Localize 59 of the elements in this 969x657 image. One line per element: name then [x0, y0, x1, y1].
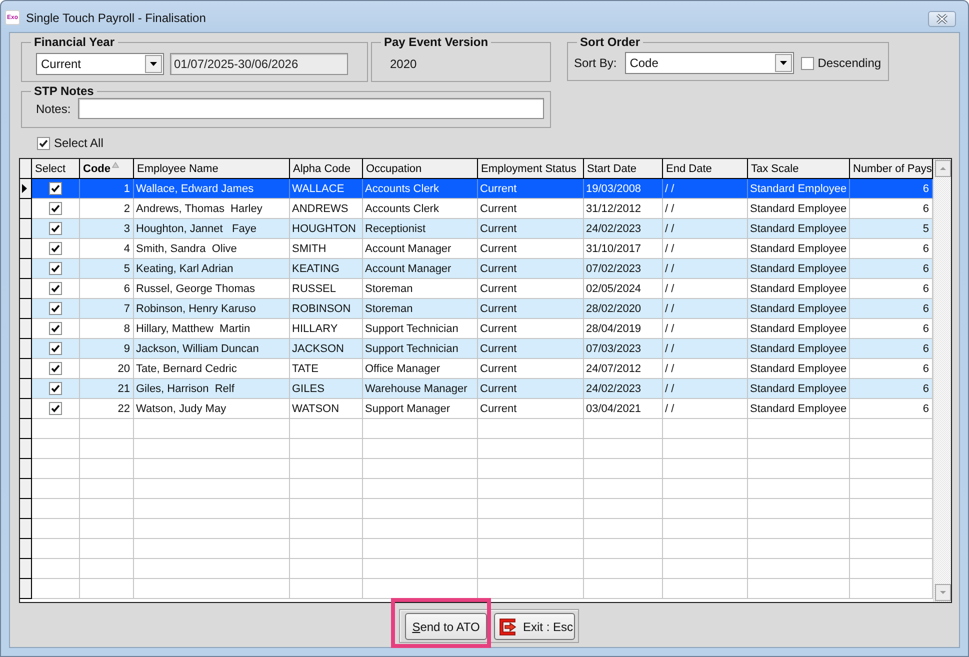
row-checkbox[interactable]	[49, 362, 62, 375]
row-checkbox[interactable]	[49, 202, 62, 215]
sort-by-label: Sort By:	[574, 56, 617, 70]
row-checkbox[interactable]	[49, 222, 62, 235]
row-checkbox[interactable]	[49, 282, 62, 295]
group-title: Financial Year	[33, 36, 116, 49]
send-to-ato-button[interactable]: Send to ATO	[405, 613, 487, 640]
row-checkbox[interactable]	[49, 182, 62, 195]
close-icon	[936, 14, 948, 24]
exit-arrow-icon	[499, 618, 517, 636]
table-row[interactable]: 22 Watson, Judy May WATSON Support Manager Current 03/04/2021 / / Standard Employee 6	[20, 399, 933, 419]
financial-year-dropdown[interactable]: Current	[36, 53, 164, 75]
caret-icon[interactable]	[145, 55, 162, 73]
select-all-checkbox[interactable]	[37, 136, 50, 150]
table-row[interactable]: 9 Jackson, William Duncan JACKSON Support Technician Current 07/03/2023 / / Standard Employee 6	[20, 339, 933, 359]
group-title: STP Notes	[33, 85, 95, 98]
descending-checkbox[interactable]	[800, 56, 814, 70]
table-row[interactable]: 21 Giles, Harrison Relf GILES Warehouse Manager Current 24/02/2023 / / Standard Employee 6	[20, 379, 933, 399]
column-header[interactable]: Code	[80, 159, 134, 179]
sort-by-dropdown[interactable]: Code	[624, 52, 794, 74]
date-range-field: 01/07/2025-30/06/2026	[170, 53, 348, 75]
table-row[interactable]: 2 Andrews, Thomas Harley ANDREWS Accounts Clerk Current 31/12/2012 / / Standard Employee 6	[20, 199, 933, 219]
table-row[interactable]: 1 Wallace, Edward James WALLACE Accounts Clerk Current 19/03/2008 / / Standard Employee 6	[20, 179, 933, 199]
table-row[interactable]: 5 Keating, Karl Adrian KEATING Account Manager Current 07/02/2023 / / Standard Employee 6	[20, 259, 933, 279]
table-row[interactable]: 3 Houghton, Jannet Faye HOUGHTON Receptionist Current 24/02/2023 / / Standard Employee 5	[20, 219, 933, 239]
column-header[interactable]: Employment Status	[478, 159, 584, 179]
checkbox-label[interactable]: Select All	[54, 136, 104, 150]
notes-label: Notes:	[36, 102, 71, 116]
close-button[interactable]	[928, 11, 956, 27]
checkbox-label[interactable]: Descending	[818, 56, 882, 70]
column-header[interactable]: End Date	[663, 159, 748, 179]
column-header[interactable]: Number of Pays	[850, 159, 933, 179]
table-row[interactable]: 8 Hillary, Matthew Martin HILLARY Support Technician Current 28/04/2019 / / Standard Employee 6	[20, 319, 933, 339]
caret-icon[interactable]	[774, 54, 792, 72]
row-checkbox[interactable]	[49, 302, 62, 315]
column-header[interactable]: Alpha Code	[290, 159, 363, 179]
column-header[interactable]: Tax Scale	[748, 159, 850, 179]
table-row[interactable]: 7 Robinson, Henry Karuso ROBINSON Storeman Current 28/02/2020 / / Standard Employee 6	[20, 299, 933, 319]
row-checkbox[interactable]	[49, 322, 62, 335]
pay-event-version-value: 2020	[390, 57, 417, 71]
notes-field[interactable]	[78, 98, 544, 119]
column-header[interactable]: Occupation	[363, 159, 478, 179]
row-pointer-icon	[22, 184, 27, 193]
table-row[interactable]: 4 Smith, Sandra Olive SMITH Account Manager Current 31/10/2017 / / Standard Employee 6	[20, 239, 933, 259]
row-checkbox[interactable]	[49, 242, 62, 255]
exit-button[interactable]: Exit : Esc	[494, 613, 575, 640]
group-title: Pay Event Version	[383, 36, 490, 49]
column-header[interactable]: Employee Name	[134, 159, 290, 179]
column-header[interactable]: Select	[32, 159, 80, 179]
row-checkbox[interactable]	[49, 262, 62, 275]
row-checkbox[interactable]	[49, 342, 62, 355]
table-row[interactable]: 20 Tate, Bernard Cedric TATE Office Manager Current 24/07/2012 / / Standard Employee 6	[20, 359, 933, 379]
window-title: Single Touch Payroll - Finalisation	[26, 10, 206, 24]
column-header[interactable]: Start Date	[584, 159, 663, 179]
table-row[interactable]: 6 Russel, George Thomas RUSSEL Storeman Current 02/05/2024 / / Standard Employee 6	[20, 279, 933, 299]
row-checkbox[interactable]	[49, 382, 62, 395]
row-checkbox[interactable]	[49, 402, 62, 415]
sort-arrow-icon	[112, 162, 118, 168]
group-title: Sort Order	[579, 36, 642, 49]
